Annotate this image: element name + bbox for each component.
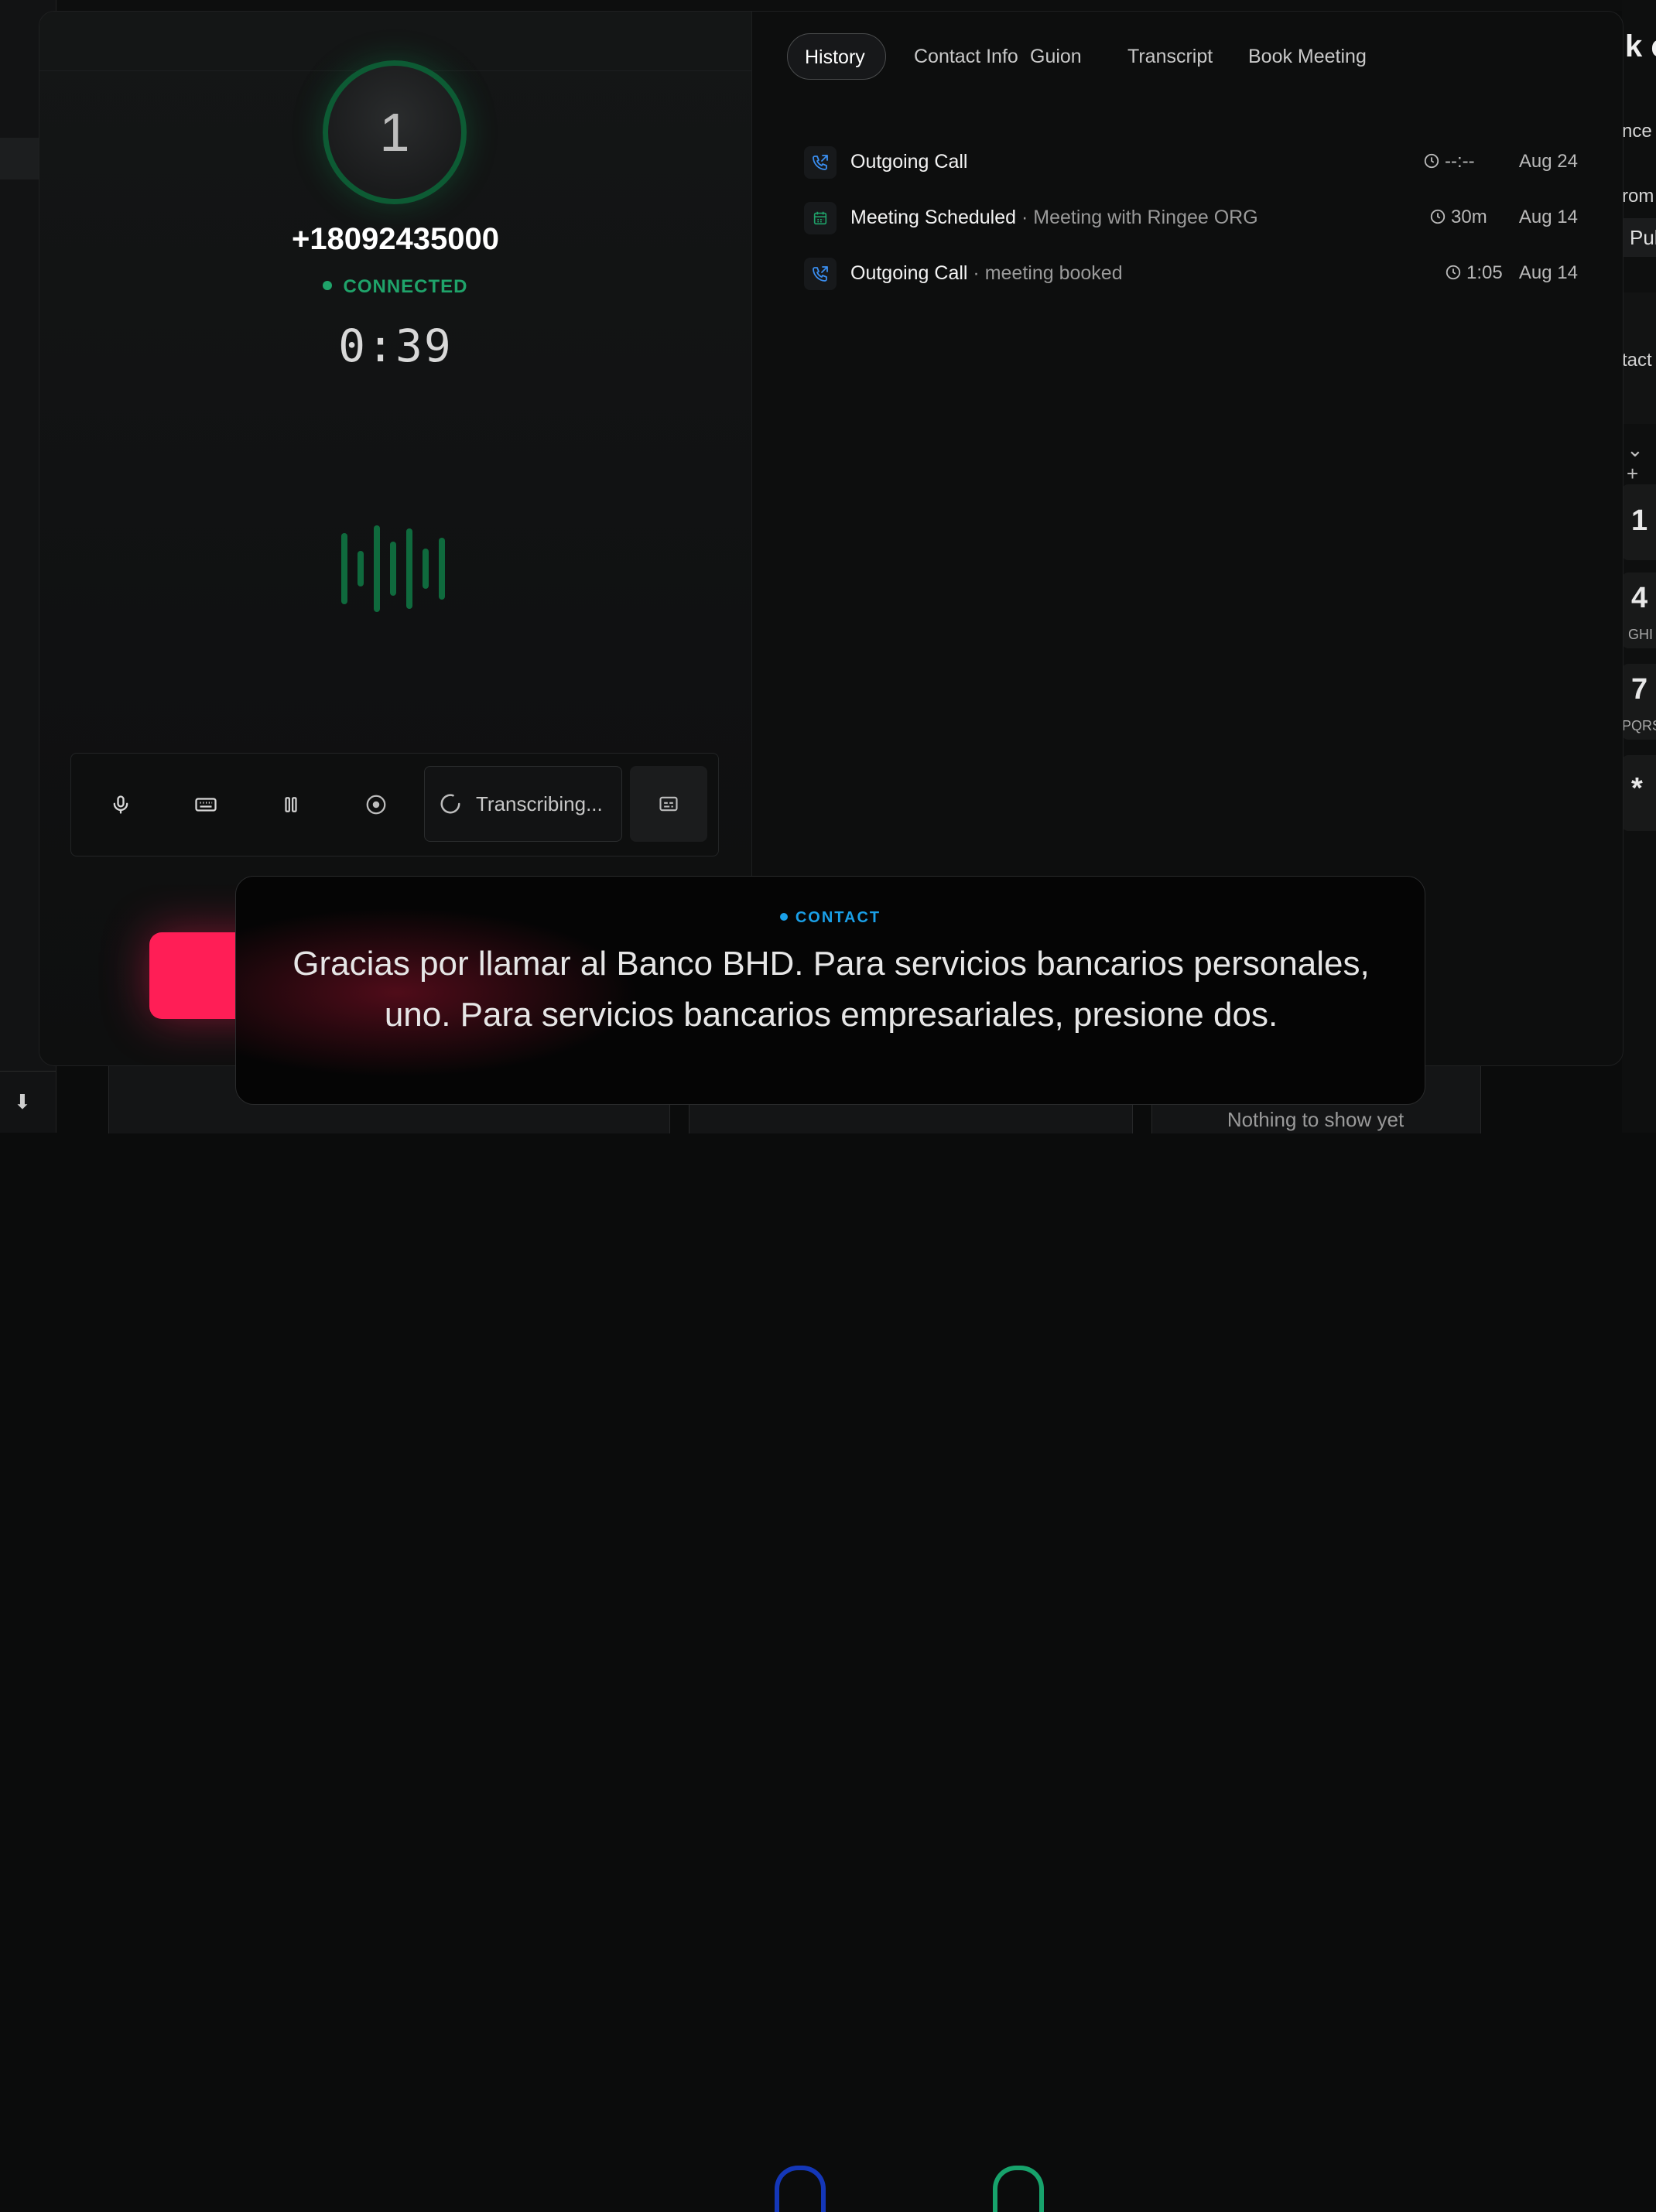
transcription-status[interactable]: Transcribing... bbox=[424, 766, 622, 842]
record-button[interactable] bbox=[353, 781, 399, 828]
phone-number: +18092435000 bbox=[291, 222, 500, 256]
record-icon bbox=[366, 795, 386, 815]
tab-contact-info[interactable]: Contact Info bbox=[914, 33, 1018, 80]
avatar-initial: 1 bbox=[379, 102, 410, 162]
history-item[interactable]: Meeting Scheduled · Meeting with Ringee … bbox=[804, 202, 1578, 236]
contact-avatar: 1 bbox=[323, 60, 467, 204]
background-label-fragment: nce bbox=[1622, 121, 1652, 142]
mute-button[interactable] bbox=[98, 781, 144, 828]
call-controls-bar: Transcribing... bbox=[70, 753, 719, 856]
dialpad-key-7[interactable]: 7 PQRS bbox=[1622, 664, 1656, 740]
history-item-duration: 1:05 bbox=[1445, 262, 1503, 284]
tab-history[interactable]: History bbox=[787, 33, 886, 80]
speaker-dot-icon bbox=[779, 913, 788, 921]
background-sidebar-footer: ⬇︎ bbox=[0, 1071, 56, 1133]
hold-button[interactable] bbox=[268, 781, 314, 828]
history-item-date: Aug 24 bbox=[1518, 151, 1578, 172]
keyboard-icon bbox=[195, 798, 217, 812]
clock-icon bbox=[1446, 265, 1461, 280]
background-contact-card: tact bbox=[1622, 292, 1656, 424]
dialpad-key-1[interactable]: 1 bbox=[1622, 484, 1656, 560]
background-sidebar-active-item[interactable] bbox=[0, 138, 39, 179]
history-item-title: Meeting Scheduled · Meeting with Ringee … bbox=[850, 207, 1258, 228]
background-label-fragment: rom bbox=[1622, 186, 1654, 207]
background-dialpad-edge: k c nce rom Pul tact ⌄ + 1 4 GHI 7 PQRS … bbox=[1622, 0, 1656, 1133]
chart-blue-arc bbox=[775, 2166, 826, 2212]
background-top-strip bbox=[56, 0, 1622, 11]
call-status: CONNECTED bbox=[39, 276, 751, 298]
audio-waveform-icon bbox=[341, 515, 457, 623]
transcribing-label: Transcribing... bbox=[476, 791, 603, 815]
background-label-fragment: tact bbox=[1622, 350, 1652, 371]
history-item-title: Outgoing Call bbox=[850, 151, 968, 173]
clock-icon bbox=[1430, 209, 1446, 224]
status-dot-icon bbox=[323, 281, 333, 290]
dialpad-key-4[interactable]: 4 GHI bbox=[1622, 573, 1656, 648]
phone-outgoing-icon bbox=[804, 258, 837, 290]
call-status-label: CONNECTED bbox=[343, 276, 468, 297]
chevrons-down-icon[interactable]: ⬇︎ bbox=[14, 1090, 31, 1114]
tab-book-meeting[interactable]: Book Meeting bbox=[1248, 33, 1367, 80]
speaker-label: CONTACT bbox=[236, 909, 1425, 927]
microphone-icon bbox=[113, 795, 128, 814]
calendar-icon bbox=[804, 202, 837, 234]
chart-green-arc bbox=[993, 2166, 1044, 2212]
chevron-down-icon[interactable]: ⌄ + bbox=[1627, 438, 1656, 486]
tab-guion[interactable]: Guion bbox=[1030, 33, 1082, 80]
dialpad-key-star[interactable]: * bbox=[1622, 755, 1656, 831]
background-select[interactable]: Pul bbox=[1622, 218, 1656, 257]
tab-transcript[interactable]: Transcript bbox=[1127, 33, 1213, 80]
captions-button[interactable] bbox=[630, 766, 707, 842]
transcript-message: Gracias por llamar al Banco BHD. Para se… bbox=[293, 945, 1370, 1034]
history-item-date: Aug 14 bbox=[1518, 262, 1578, 283]
call-timer: 0:39 bbox=[338, 320, 453, 372]
empty-state-text: Nothing to show yet bbox=[1227, 1108, 1405, 1131]
phone-outgoing-icon bbox=[804, 146, 837, 179]
pause-icon bbox=[285, 797, 297, 812]
history-item[interactable]: Outgoing Call · meeting booked 1:05 Aug … bbox=[804, 258, 1578, 292]
captions-icon bbox=[659, 796, 678, 812]
clock-icon bbox=[1424, 153, 1439, 169]
history-item-title: Outgoing Call · meeting booked bbox=[850, 262, 1123, 284]
background-select-value: Pul bbox=[1630, 226, 1656, 249]
live-transcript-toast: CONTACT Gracias por llamar al Banco BHD.… bbox=[235, 876, 1425, 1105]
history-item-duration: 30m bbox=[1429, 207, 1487, 228]
keypad-button[interactable] bbox=[183, 781, 229, 828]
history-item-duration: --:-- bbox=[1423, 151, 1475, 173]
history-item-date: Aug 14 bbox=[1518, 207, 1578, 227]
loading-spinner-icon bbox=[440, 794, 460, 814]
background-title-fragment: k c bbox=[1625, 29, 1656, 63]
history-item[interactable]: Outgoing Call --:-- Aug 24 bbox=[804, 146, 1578, 180]
